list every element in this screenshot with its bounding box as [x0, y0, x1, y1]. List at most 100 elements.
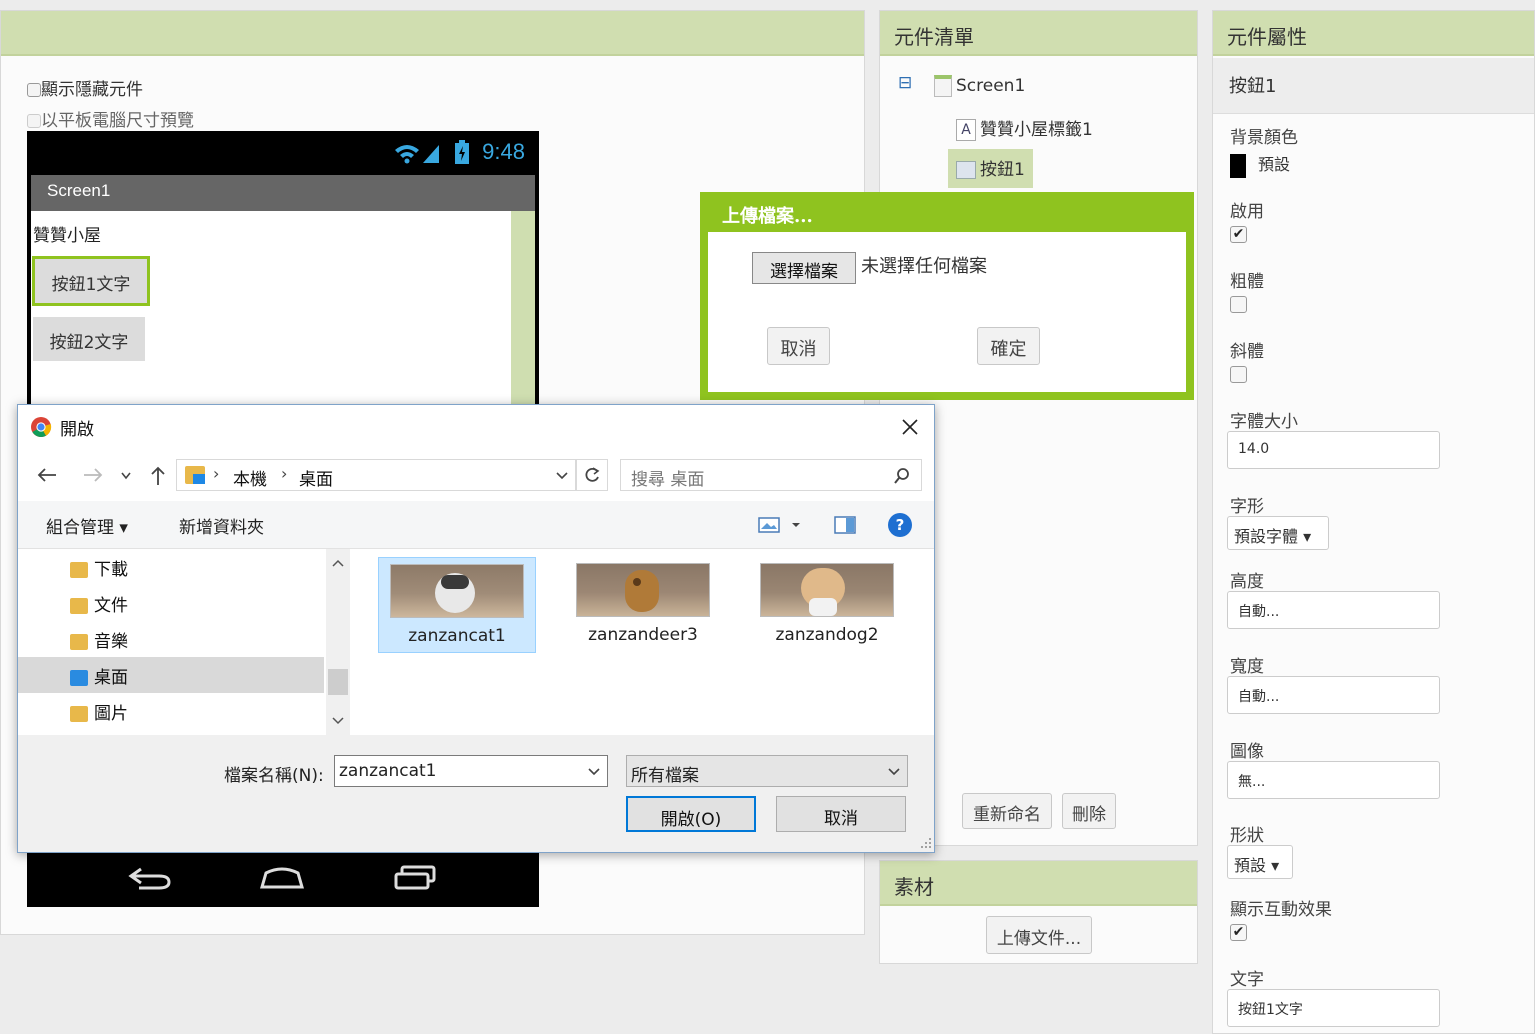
file-type-filter[interactable]: 所有檔案: [626, 755, 908, 787]
nav-item-pictures[interactable]: 圖片: [18, 693, 324, 729]
close-icon[interactable]: [900, 417, 920, 437]
help-icon[interactable]: ?: [888, 513, 912, 537]
enabled-checkbox[interactable]: ✔: [1230, 226, 1247, 243]
upload-ok-button[interactable]: 確定: [977, 327, 1040, 365]
organize-menu[interactable]: 組合管理 ▾: [46, 513, 128, 538]
tree-item-button1[interactable]: 按鈕1: [948, 149, 1033, 188]
show-hidden-option[interactable]: 顯示隱藏元件: [27, 75, 143, 100]
feedback-label: 顯示互動效果: [1230, 900, 1332, 920]
label-zanzan-house[interactable]: 贊贊小屋: [33, 221, 101, 246]
fontsize-label: 字體大小: [1230, 412, 1298, 432]
shape-select[interactable]: 預設 ▾: [1227, 845, 1293, 879]
screen-scrollbar[interactable]: [511, 211, 535, 407]
nav-label-music: 音樂: [94, 632, 128, 652]
delete-button[interactable]: 刪除: [1062, 793, 1116, 829]
breadcrumb-desktop[interactable]: 桌面: [299, 465, 333, 490]
recent-locations-chevron-icon[interactable]: [120, 471, 132, 481]
tablet-preview-label: 以平板電腦尺寸預覽: [41, 111, 194, 131]
filter-dropdown-icon[interactable]: [887, 767, 901, 777]
preview-button1[interactable]: 按鈕1文字: [32, 256, 150, 306]
breadcrumb-sep2-icon: ›: [281, 464, 288, 483]
open-button[interactable]: 開啟(O): [626, 796, 756, 832]
preview-pane-icon[interactable]: [834, 515, 858, 535]
file-item[interactable]: zanzancat1: [378, 557, 536, 653]
width-input[interactable]: 自動...: [1227, 676, 1440, 714]
tablet-preview-checkbox[interactable]: [27, 114, 41, 128]
breadcrumb-this-pc[interactable]: 本機: [233, 465, 267, 490]
navigation-pane: 下載 文件 音樂 桌面 圖片: [18, 549, 354, 735]
upload-media-button[interactable]: 上傳文件...: [986, 916, 1092, 954]
filename-dropdown-icon[interactable]: [587, 767, 601, 777]
filename-value: zanzancat1: [339, 761, 437, 781]
nav-label-pictures: 圖片: [94, 704, 128, 724]
width-label: 寬度: [1230, 657, 1264, 677]
documents-folder-icon: [70, 598, 88, 614]
shape-label: 形狀: [1230, 826, 1264, 846]
back-arrow-icon[interactable]: [36, 466, 58, 484]
screen-title: Screen1: [31, 175, 535, 211]
show-hidden-checkbox[interactable]: [27, 83, 41, 97]
file-item[interactable]: zanzandog2: [748, 557, 906, 653]
up-arrow-icon[interactable]: [148, 465, 168, 487]
filename-label: 檔案名稱(N):: [224, 766, 324, 786]
pictures-folder-icon: [70, 706, 88, 722]
tablet-preview-option[interactable]: 以平板電腦尺寸預覽: [27, 106, 194, 131]
height-input[interactable]: 自動...: [1227, 591, 1440, 629]
feedback-checkbox[interactable]: ✔: [1230, 924, 1247, 941]
search-placeholder: 搜尋 桌面: [631, 470, 705, 490]
choose-file-button[interactable]: 選擇檔案: [752, 252, 856, 284]
typeface-select[interactable]: 預設字體 ▾: [1227, 516, 1329, 550]
image-input[interactable]: 無...: [1227, 761, 1440, 799]
typeface-label: 字形: [1230, 497, 1264, 517]
music-folder-icon: [70, 634, 88, 650]
fontsize-input[interactable]: 14.0: [1227, 431, 1440, 469]
tree-label-label1: 贊贊小屋標籤1: [980, 120, 1093, 140]
forward-arrow-icon[interactable]: [82, 466, 104, 484]
selected-component-name: 按鈕1: [1213, 58, 1534, 114]
italic-checkbox[interactable]: [1230, 366, 1247, 383]
wifi-signal-icon: [395, 145, 439, 164]
tree-item-label1[interactable]: A 贊贊小屋標籤1: [956, 115, 1093, 141]
new-folder-button[interactable]: 新增資料夾: [179, 513, 264, 538]
preview-button2[interactable]: 按鈕2文字: [33, 317, 145, 361]
components-header: 元件清單: [880, 11, 1197, 56]
nav-scrollbar[interactable]: [326, 549, 350, 735]
nav-item-music[interactable]: 音樂: [18, 621, 324, 657]
file-thumbnail-cat: [390, 564, 524, 618]
collapse-toggle-icon[interactable]: ⊟: [898, 73, 912, 93]
address-dropdown-icon[interactable]: [555, 471, 569, 481]
recent-apps-icon: [394, 865, 436, 890]
rename-button[interactable]: 重新命名: [962, 793, 1052, 829]
search-box[interactable]: 搜尋 桌面: [620, 459, 922, 491]
resize-grip-icon[interactable]: [920, 837, 932, 849]
tree-item-screen1[interactable]: Screen1: [934, 75, 1025, 97]
text-input[interactable]: 按鈕1文字: [1227, 989, 1440, 1027]
nav-item-documents[interactable]: 文件: [18, 585, 324, 621]
file-thumbnail-dog: [760, 563, 894, 617]
bold-label: 粗體: [1230, 272, 1264, 292]
scroll-thumb[interactable]: [328, 669, 348, 695]
scroll-up-icon[interactable]: [332, 559, 344, 567]
upload-dialog-title: 上傳檔案...: [722, 206, 813, 227]
bold-checkbox[interactable]: [1230, 296, 1247, 313]
upload-cancel-button[interactable]: 取消: [767, 327, 830, 365]
battery-icon: [455, 140, 469, 164]
nav-item-desktop[interactable]: 桌面: [18, 657, 324, 693]
dialog-cancel-button[interactable]: 取消: [776, 796, 906, 832]
address-bar[interactable]: › 本機 › 桌面: [176, 459, 576, 491]
status-clock: 9:48: [482, 139, 525, 164]
upload-dialog-body: 選擇檔案 未選擇任何檔案 取消 確定: [708, 232, 1186, 392]
show-hidden-label: 顯示隱藏元件: [41, 80, 143, 100]
open-file-dialog: 開啟 › 本機 › 桌面 搜尋 桌面 組合管理 ▾ 新增資料夾 ? 下載 文件 …: [17, 404, 935, 853]
bg-color-label: 背景顏色: [1230, 128, 1298, 148]
search-icon[interactable]: [893, 467, 911, 485]
view-options-icon[interactable]: [758, 515, 804, 535]
nav-item-downloads[interactable]: 下載: [18, 549, 324, 585]
bg-color-picker[interactable]: 預設: [1230, 151, 1290, 178]
scroll-down-icon[interactable]: [332, 717, 344, 725]
italic-label: 斜體: [1230, 342, 1264, 362]
button-component-icon: [956, 161, 976, 179]
refresh-button[interactable]: [576, 459, 608, 491]
file-item[interactable]: zanzandeer3: [564, 557, 722, 653]
filename-input[interactable]: zanzancat1: [334, 755, 608, 787]
